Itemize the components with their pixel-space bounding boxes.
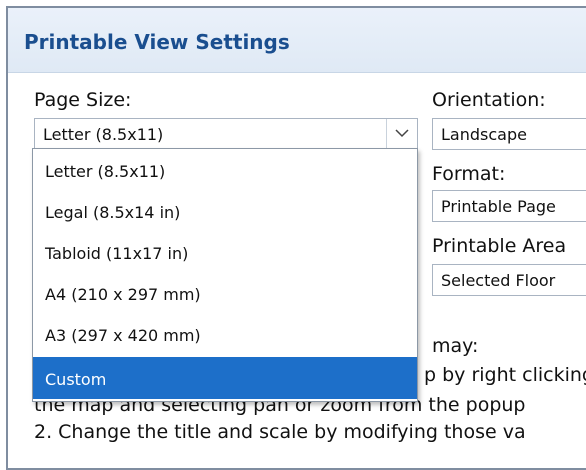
format-value: Printable Page <box>441 197 556 216</box>
printable-area-value: Selected Floor <box>441 271 556 290</box>
panel-header: Printable View Settings <box>8 8 586 73</box>
page-size-select[interactable]: Letter (8.5x11) <box>34 118 418 150</box>
printable-area-label: Printable Area <box>432 235 567 257</box>
page-size-option-a3[interactable]: A3 (297 x 420 mm) <box>33 315 417 355</box>
page-size-option-letter[interactable]: Letter (8.5x11) <box>33 151 417 191</box>
option-label: A4 (210 x 297 mm) <box>45 285 201 304</box>
page-size-value: Letter (8.5x11) <box>43 125 164 144</box>
page-size-dropdown-list: Letter (8.5x11) Legal (8.5x14 in) Tabloi… <box>32 148 418 402</box>
option-label: Tabloid (11x17 in) <box>45 244 189 263</box>
page-size-option-tabloid[interactable]: Tabloid (11x17 in) <box>33 233 417 273</box>
option-label: Custom <box>45 370 107 389</box>
page-size-dropdown-button[interactable] <box>386 119 417 149</box>
orientation-value: Landscape <box>441 125 527 144</box>
printable-area-select[interactable]: Selected Floor <box>432 264 586 296</box>
page-size-label: Page Size: <box>34 89 132 111</box>
format-label: Format: <box>432 163 506 185</box>
orientation-label: Orientation: <box>432 89 546 111</box>
page-size-option-legal[interactable]: Legal (8.5x14 in) <box>33 192 417 232</box>
option-label: Legal (8.5x14 in) <box>45 203 181 222</box>
page-size-option-a4[interactable]: A4 (210 x 297 mm) <box>33 274 417 314</box>
format-select[interactable]: Printable Page <box>432 190 586 222</box>
page-size-option-custom[interactable]: Custom <box>33 357 417 399</box>
instructions-line-2: p by right clicking <box>424 364 586 386</box>
chevron-down-icon <box>395 129 409 138</box>
option-label: Letter (8.5x11) <box>45 162 166 181</box>
orientation-select[interactable]: Landscape <box>432 118 586 150</box>
panel-title: Printable View Settings <box>24 30 290 54</box>
instructions-line-1: may: <box>432 335 479 357</box>
option-label: A3 (297 x 420 mm) <box>45 326 201 345</box>
